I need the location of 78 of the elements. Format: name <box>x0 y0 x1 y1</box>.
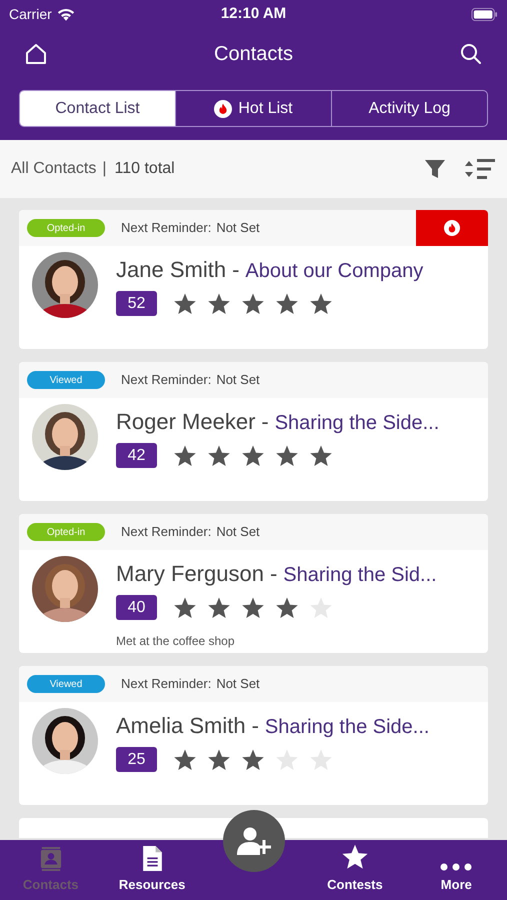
battery-icon <box>471 8 498 20</box>
star-icon <box>241 292 265 316</box>
contact-card[interactable]: Opted-in Next Reminder: Not Set Jane Smith - About our Company 52 <box>19 210 488 349</box>
star-icon <box>340 842 369 870</box>
page-title: Contacts <box>214 42 293 67</box>
status-badge: Opted-in <box>27 219 105 237</box>
reminder-value: Not Set <box>216 371 260 390</box>
score-badge: 25 <box>116 747 157 772</box>
contact-name: Mary Ferguson <box>116 560 264 588</box>
nav-tab[interactable]: Resources <box>101 840 203 900</box>
tab[interactable]: Contact List <box>20 91 175 126</box>
star-icon <box>207 596 231 620</box>
status-badge: Viewed <box>27 371 105 389</box>
reminder-label: Next Reminder: <box>121 371 212 390</box>
document-icon <box>142 846 163 870</box>
total-count: 110 total <box>114 159 175 179</box>
score-badge: 42 <box>116 443 157 468</box>
dash-text: - <box>252 712 259 740</box>
tab[interactable]: Activity Log <box>331 91 487 126</box>
star-icon <box>207 292 231 316</box>
dash-text: - <box>261 408 269 436</box>
home-icon <box>24 42 48 66</box>
star-icon <box>173 596 197 620</box>
reminder-value: Not Set <box>216 523 260 542</box>
divider-text: | <box>102 159 107 179</box>
reminder-value: Not Set <box>216 675 260 694</box>
reminder-label: Next Reminder: <box>121 675 212 694</box>
topic-link[interactable]: Sharing the Sid... <box>283 560 437 590</box>
nav-tab[interactable]: More <box>406 840 507 900</box>
contact-name: Roger Meeker <box>116 408 256 436</box>
star-icon <box>207 748 231 772</box>
contact-card[interactable]: Opted-in Next Reminder: Not Set Mary Ferguson - Sharing the Sid... 40 Met at the coffee shop <box>19 514 488 653</box>
reminder-label: Next Reminder: <box>121 523 212 542</box>
home-button[interactable] <box>24 42 48 66</box>
carrier-label: Carrier <box>9 4 52 24</box>
more-icon <box>440 862 472 870</box>
filter-label: All Contacts <box>11 159 96 179</box>
topic-link[interactable]: About our Company <box>245 256 424 286</box>
dash-text: - <box>270 560 278 588</box>
topic-link[interactable]: Sharing the Side... <box>274 408 440 438</box>
contact-note: Met at the coffee shop <box>116 633 236 650</box>
search-button[interactable] <box>459 42 483 66</box>
star-icon <box>309 292 333 316</box>
sort-button[interactable] <box>464 157 496 181</box>
reminder-value: Not Set <box>216 219 260 238</box>
add-person-icon <box>236 826 271 856</box>
score-badge: 40 <box>116 595 157 620</box>
contact-card[interactable]: Viewed Next Reminder: Not Set Amelia Smith - Sharing the Side... 25 <box>19 666 488 805</box>
star-icon <box>241 748 265 772</box>
status-badge: Viewed <box>27 675 105 693</box>
star-icon <box>241 596 265 620</box>
flame-icon <box>444 220 460 236</box>
star-icon <box>275 596 299 620</box>
contact-name: Amelia Smith <box>116 712 246 740</box>
sort-icon <box>464 157 496 181</box>
status-badge: Opted-in <box>27 523 105 541</box>
filter-button[interactable] <box>424 158 446 180</box>
star-icon <box>275 444 299 468</box>
star-icon <box>173 444 197 468</box>
search-icon <box>459 42 483 66</box>
star-icon <box>207 444 231 468</box>
star-icon <box>173 748 197 772</box>
filter-icon <box>424 158 446 180</box>
contact-card[interactable]: Viewed Next Reminder: Not Set Roger Meeker - Sharing the Side... 42 <box>19 362 488 501</box>
topic-link[interactable]: Sharing the Side... <box>264 712 430 742</box>
star-icon <box>275 292 299 316</box>
contact-name: Jane Smith <box>116 256 226 284</box>
wifi-icon <box>56 8 75 20</box>
score-badge: 52 <box>116 291 157 316</box>
status-time: 12:10 AM <box>220 4 286 24</box>
star-icon <box>241 444 265 468</box>
tab[interactable]: Hot List <box>175 91 331 126</box>
nav-tab[interactable]: Contests <box>304 840 406 900</box>
star-icon <box>173 292 197 316</box>
star-icon <box>309 444 333 468</box>
dash-text: - <box>232 256 240 284</box>
reminder-label: Next Reminder: <box>121 219 212 238</box>
contact-card-icon <box>40 846 62 870</box>
